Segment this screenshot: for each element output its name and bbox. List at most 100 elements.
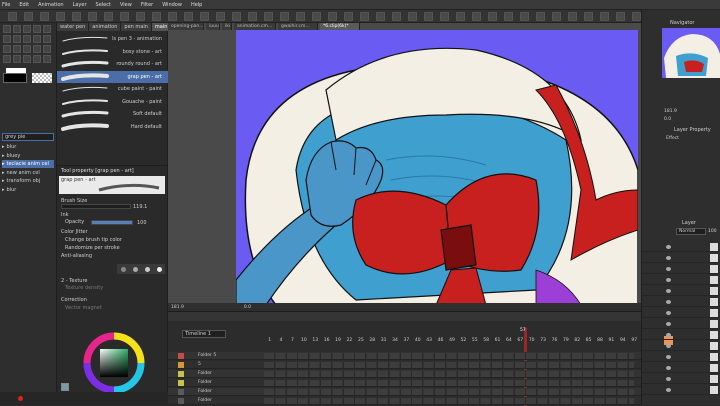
brush-item[interactable]: ls pen 3 - animation — [57, 33, 168, 45]
blend-mode-dropdown[interactable]: Normal — [676, 228, 706, 235]
toolbar-button[interactable] — [184, 12, 193, 21]
eye-icon[interactable] — [666, 267, 671, 271]
subtool-tab[interactable]: water pen — [57, 23, 90, 31]
toolbar-button[interactable] — [488, 12, 497, 21]
toolbar-button[interactable] — [584, 12, 593, 21]
right-layer-row[interactable] — [642, 374, 720, 384]
timeline-track[interactable]: Folder — [168, 397, 641, 405]
toolbar-button[interactable] — [120, 12, 129, 21]
right-layer-row[interactable] — [642, 385, 720, 395]
menu-help[interactable]: Help — [191, 2, 202, 8]
timeline-name-dropdown[interactable]: Timeline 1 — [182, 330, 226, 338]
toolbar-button[interactable] — [328, 12, 337, 21]
toolbar-button[interactable] — [296, 12, 305, 21]
toolbar-button[interactable] — [72, 12, 81, 21]
canvas-tab[interactable]: iuuu — [206, 23, 220, 30]
right-layer-row[interactable] — [642, 363, 720, 373]
right-layer-row[interactable] — [642, 242, 720, 252]
change-tip-checkbox[interactable]: Change brush tip color — [65, 237, 122, 243]
right-layer-row[interactable] — [642, 341, 720, 351]
tool-icon[interactable] — [3, 45, 11, 53]
track-cells[interactable] — [264, 362, 634, 368]
toolbar-button[interactable] — [376, 12, 385, 21]
toolbar-button[interactable] — [216, 12, 225, 21]
timeline-track[interactable]: 5 — [168, 361, 641, 369]
toolbar-button[interactable] — [504, 12, 513, 21]
eye-icon[interactable] — [666, 377, 671, 381]
toolbar-button[interactable] — [520, 12, 529, 21]
toolbar-button[interactable] — [168, 12, 177, 21]
toolbar-button[interactable] — [24, 12, 33, 21]
toolbar-button[interactable] — [568, 12, 577, 21]
toolbar-button[interactable] — [104, 12, 113, 21]
tool-icon[interactable] — [3, 35, 11, 43]
right-layer-row[interactable] — [642, 264, 720, 274]
timeline-track[interactable]: Folder — [168, 370, 641, 378]
menu-layer[interactable]: Layer — [73, 2, 87, 8]
eye-icon[interactable] — [666, 322, 671, 326]
anti-alias-options[interactable] — [117, 264, 165, 274]
right-layer-row[interactable] — [642, 319, 720, 329]
toolbar-button[interactable] — [344, 12, 353, 21]
eye-icon[interactable] — [666, 333, 671, 337]
eye-icon[interactable] — [666, 245, 671, 249]
toolbar-button[interactable] — [408, 12, 417, 21]
eye-icon[interactable] — [666, 344, 671, 348]
aa-none-icon[interactable] — [120, 266, 126, 272]
tool-icon[interactable] — [13, 25, 21, 33]
track-cells[interactable] — [264, 371, 634, 377]
brush-size-slider[interactable] — [61, 204, 131, 209]
navigator-preview[interactable] — [662, 28, 720, 78]
toolbar-button[interactable] — [472, 12, 481, 21]
right-layer-row[interactable] — [642, 330, 720, 340]
toolbar-button[interactable] — [456, 12, 465, 21]
brush-item[interactable]: Hard default — [57, 121, 168, 133]
tool-icon[interactable] — [33, 45, 41, 53]
artwork-canvas[interactable] — [236, 30, 638, 305]
tool-icon[interactable] — [13, 45, 21, 53]
tool-icon[interactable] — [23, 45, 31, 53]
tool-icon[interactable] — [43, 55, 51, 63]
eye-icon[interactable] — [666, 355, 671, 359]
brush-item[interactable]: bosy stone - art — [57, 46, 168, 58]
toolbar-button[interactable] — [360, 12, 369, 21]
track-cells[interactable] — [264, 353, 634, 359]
toolbar-button[interactable] — [56, 12, 65, 21]
tool-icon[interactable] — [3, 55, 11, 63]
track-cells[interactable] — [264, 389, 634, 395]
tool-icon[interactable] — [23, 55, 31, 63]
track-cells[interactable] — [264, 380, 634, 386]
eye-icon[interactable] — [666, 256, 671, 260]
tool-icon[interactable] — [43, 25, 51, 33]
right-layer-row[interactable] — [642, 308, 720, 318]
toolbar-button[interactable] — [424, 12, 433, 21]
brush-item[interactable]: Soft default — [57, 108, 168, 120]
tool-icon[interactable] — [23, 35, 31, 43]
toolbar-button[interactable] — [40, 12, 49, 21]
brush-item[interactable]: Gouache - paint — [57, 96, 168, 108]
subtool-tab[interactable]: animation — [89, 23, 122, 31]
right-layer-row[interactable] — [642, 286, 720, 296]
canvas-tab[interactable]: iki — [222, 23, 232, 30]
toolbar-button[interactable] — [600, 12, 609, 21]
tool-icon[interactable] — [33, 35, 41, 43]
toolbar-button[interactable] — [248, 12, 257, 21]
tool-icon[interactable] — [43, 45, 51, 53]
eye-icon[interactable] — [666, 300, 671, 304]
toolbar-button[interactable] — [632, 12, 641, 21]
opacity-slider[interactable] — [91, 220, 133, 225]
left-layer-item[interactable]: ▸ teclacie anim cel — [2, 160, 54, 168]
toolbar-button[interactable] — [200, 12, 209, 21]
color-wheel[interactable] — [57, 331, 168, 393]
track-cells[interactable] — [264, 398, 634, 404]
aa-weak-icon[interactable] — [132, 266, 138, 272]
toolbar-button[interactable] — [440, 12, 449, 21]
toolbar-button[interactable] — [280, 12, 289, 21]
tool-icon[interactable] — [13, 55, 21, 63]
brush-item[interactable]: cube paint - paint — [57, 83, 168, 95]
layer-search-dropdown[interactable]: grey pie — [2, 133, 54, 141]
randomize-checkbox[interactable]: Randomize per stroke — [65, 245, 120, 251]
toolbar-button[interactable] — [8, 12, 17, 21]
toolbar-button[interactable] — [392, 12, 401, 21]
menu-edit[interactable]: Edit — [19, 2, 29, 8]
